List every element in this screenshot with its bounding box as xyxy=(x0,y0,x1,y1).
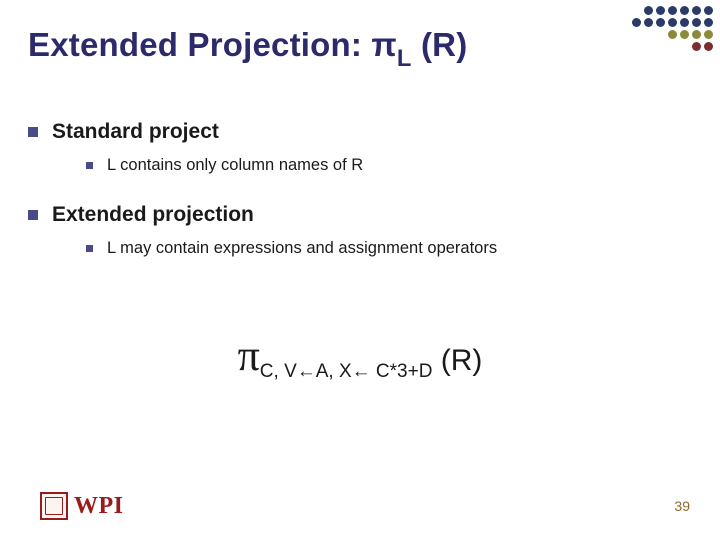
item-text: L may contain expressions and assignment… xyxy=(107,239,497,258)
formula-tail: (R) xyxy=(432,344,482,377)
logo: WPI xyxy=(40,492,124,520)
bullet-icon xyxy=(86,245,93,252)
heading-text: Extended projection xyxy=(52,203,254,227)
logo-seal-icon xyxy=(40,492,68,520)
section-item-2: L may contain expressions and assignment… xyxy=(86,239,692,258)
section-item-1: L contains only column names of R xyxy=(86,156,692,175)
title-prefix: Extended Projection: π xyxy=(28,26,397,63)
pi-symbol: π xyxy=(238,331,260,380)
content-area: Standard project L contains only column … xyxy=(28,120,692,286)
corner-decoration xyxy=(632,6,714,52)
page-number: 39 xyxy=(674,498,690,514)
item-text: L contains only column names of R xyxy=(107,156,363,175)
bullet-icon xyxy=(28,127,38,137)
logo-text: WPI xyxy=(74,493,124,520)
bullet-icon xyxy=(86,162,93,169)
arrow-icon: ← xyxy=(297,361,316,382)
bullet-icon xyxy=(28,210,38,220)
title-suffix: (R) xyxy=(412,26,468,63)
formula-sub: C, V←A, X← C*3+D xyxy=(260,361,433,382)
slide-title: Extended Projection: πL (R) xyxy=(28,26,467,71)
section-heading-1: Standard project xyxy=(28,120,692,144)
title-subscript: L xyxy=(397,45,412,72)
heading-text: Standard project xyxy=(52,120,219,144)
section-heading-2: Extended projection xyxy=(28,203,692,227)
formula: πC, V←A, X← C*3+D (R) xyxy=(0,330,720,383)
arrow-icon: ← xyxy=(352,361,371,382)
